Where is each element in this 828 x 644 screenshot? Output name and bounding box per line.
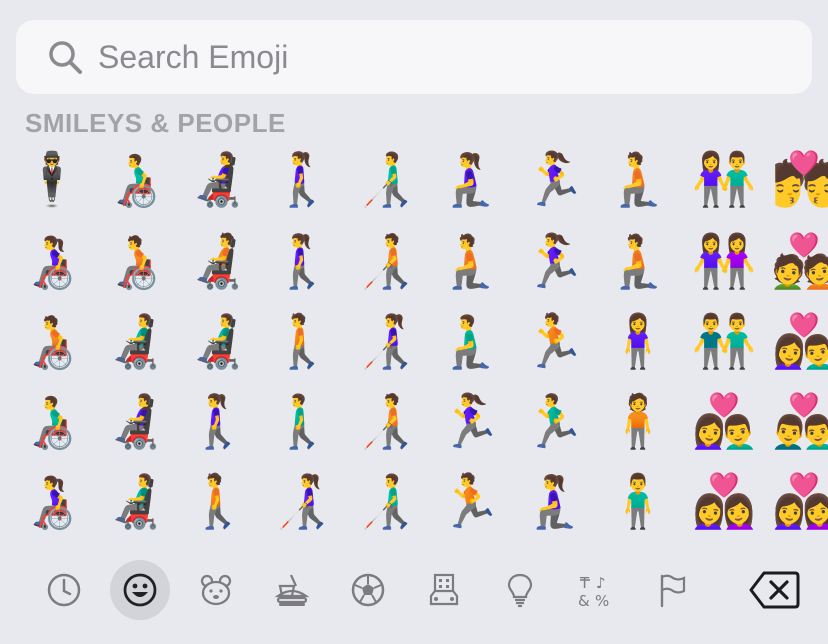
emoji-key[interactable]: 👩‍❤️‍👩: [764, 462, 828, 540]
category-symbols[interactable]: T ♪ & %: [566, 560, 626, 620]
emoji-key[interactable]: 🧎‍♀️: [430, 140, 510, 220]
emoji-key[interactable]: 👩‍❤️‍👩: [684, 462, 764, 540]
emoji-key[interactable]: 🏃‍♀️: [514, 140, 594, 220]
emoji-key[interactable]: 🏃‍♀️: [430, 382, 510, 462]
emoji-key[interactable]: 👩‍🦽: [12, 462, 92, 540]
emoji-key[interactable]: 👩‍🦯: [346, 302, 426, 382]
symbols-icon: T ♪ & %: [578, 574, 609, 608]
category-recent[interactable]: [34, 560, 94, 620]
emoji-key[interactable]: 🧎: [430, 222, 510, 302]
emoji-key[interactable]: 🚶‍♀️: [262, 140, 342, 220]
emoji-key[interactable]: 🕴: [12, 140, 92, 220]
emoji-key[interactable]: 🧍: [598, 382, 678, 462]
smiley-icon: [123, 573, 157, 607]
emoji-key[interactable]: 👨‍🦽: [96, 140, 176, 220]
clock-icon: [47, 573, 81, 607]
emoji-key[interactable]: 👨‍🦽: [12, 382, 92, 462]
emoji-key[interactable]: 🧍‍♂️: [598, 462, 678, 540]
delete-backspace-icon: [749, 571, 800, 609]
category-smileys-people[interactable]: [110, 560, 170, 620]
emoji-key[interactable]: 💑: [764, 222, 828, 302]
category-travel-places[interactable]: [414, 560, 474, 620]
emoji-key[interactable]: 👩‍🦯: [262, 462, 342, 540]
emoji-key[interactable]: 👨‍❤️‍👨: [764, 382, 828, 462]
category-animals-nature[interactable]: [186, 560, 246, 620]
emoji-key[interactable]: 👩‍🦼: [96, 382, 176, 462]
emoji-key[interactable]: 🧑‍🦽: [12, 302, 92, 382]
lightbulb-icon: [507, 573, 533, 608]
emoji-key[interactable]: 👬: [684, 302, 764, 382]
emoji-key[interactable]: 🧑‍🦽: [96, 222, 176, 302]
emoji-key[interactable]: 🧎: [598, 140, 678, 220]
svg-text:&: &: [578, 592, 590, 608]
emoji-key[interactable]: 🧎: [598, 222, 678, 302]
flag-icon: [660, 574, 686, 608]
emoji-key[interactable]: 👭: [684, 222, 764, 302]
emoji-grid: 🕴 👨‍🦽 👩‍🦼 🚶‍♀️ 👨‍🦯 🧎‍♀️ 🏃‍♀️ 🧎 👫 💏 👩‍🦽 🧑‍🦽 🧑‍🦼 🚶‍♀️ 🧑‍…: [0, 140, 828, 540]
emoji-key[interactable]: 👨‍🦯: [346, 462, 426, 540]
emoji-key[interactable]: 🏃: [514, 302, 594, 382]
emoji-key[interactable]: 🏃‍♂️: [514, 382, 594, 462]
emoji-key[interactable]: 🧑‍🦯: [346, 222, 426, 302]
emoji-key[interactable]: 🚶: [262, 302, 342, 382]
emoji-key[interactable]: 🏃‍♀️: [514, 222, 594, 302]
emoji-key[interactable]: 👩‍❤️‍👨: [764, 302, 828, 382]
category-bar: T ♪ & %: [0, 560, 828, 620]
category-flags[interactable]: [642, 560, 702, 620]
emoji-key[interactable]: 👩‍🦼: [178, 140, 258, 220]
emoji-key[interactable]: 🚶‍♀️: [178, 382, 258, 462]
emoji-key[interactable]: 🧑‍🦼: [178, 222, 258, 302]
emoji-key[interactable]: 👨‍🦯: [346, 140, 426, 220]
emoji-key[interactable]: 👩‍❤️‍👨: [684, 382, 764, 462]
burger-icon: [274, 574, 310, 606]
emoji-key[interactable]: 🧎‍♀️: [514, 462, 594, 540]
emoji-key[interactable]: 🚶‍♀️: [262, 222, 342, 302]
emoji-key[interactable]: 🚶: [178, 462, 258, 540]
bear-icon: [200, 574, 232, 606]
search-icon: [49, 41, 82, 74]
emoji-key[interactable]: 👫: [684, 140, 764, 220]
emoji-key[interactable]: 🏃: [430, 462, 510, 540]
emoji-key[interactable]: 👨‍🦼: [178, 302, 258, 382]
category-activity[interactable]: [338, 560, 398, 620]
soccer-ball-icon: [351, 573, 385, 607]
search-bar[interactable]: [16, 20, 812, 94]
emoji-key[interactable]: 👨‍🦼: [96, 462, 176, 540]
svg-text:♪: ♪: [596, 574, 606, 592]
svg-text:%: %: [595, 592, 609, 608]
emoji-key[interactable]: 👩‍🦽: [12, 222, 92, 302]
emoji-key[interactable]: 🚶‍♂️: [262, 382, 342, 462]
search-input[interactable]: [98, 36, 778, 78]
building-car-icon: [429, 573, 459, 606]
section-title: SMILEYS & PEOPLE: [25, 108, 286, 138]
category-objects[interactable]: [490, 560, 550, 620]
category-food-drink[interactable]: [262, 560, 322, 620]
svg-text:T: T: [579, 574, 590, 592]
delete-button[interactable]: [748, 570, 800, 610]
emoji-key[interactable]: 👨‍🦼: [96, 302, 176, 382]
emoji-key[interactable]: 🧍‍♀️: [598, 302, 678, 382]
emoji-key[interactable]: 🧎‍♂️: [430, 302, 510, 382]
emoji-key[interactable]: 🧑‍🦯: [346, 382, 426, 462]
emoji-key[interactable]: 💏: [764, 140, 828, 220]
